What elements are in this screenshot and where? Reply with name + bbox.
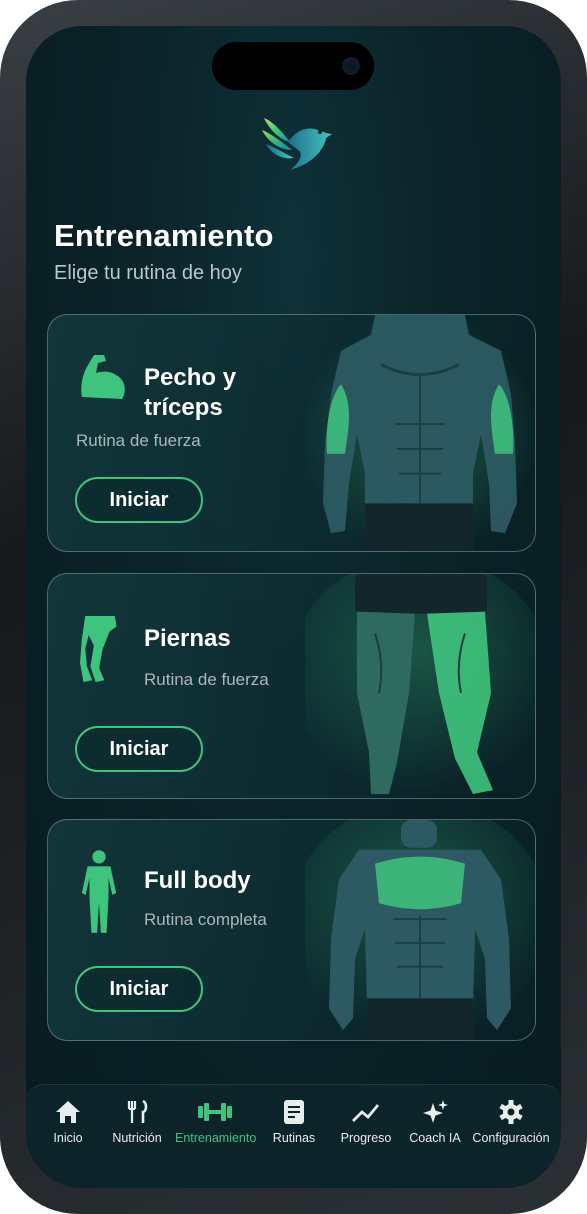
legs-illustration <box>305 574 535 795</box>
flexed-arm-icon <box>81 355 125 399</box>
page-subtitle: Elige tu rutina de hoy <box>54 262 242 284</box>
routine-card-legs[interactable]: Piernas Rutina de fuerza Iniciar <box>47 573 536 799</box>
card-title: Piernas <box>144 625 231 652</box>
dumbbell-icon <box>198 1103 232 1121</box>
nav-label: Entrenamiento <box>175 1131 257 1145</box>
nav-item-rutinas[interactable]: Rutinas <box>254 1099 334 1145</box>
start-button[interactable]: Iniciar <box>75 477 203 523</box>
full-body-illustration <box>305 820 535 1040</box>
phone-frame: Entrenamiento Elige tu rutina de hoy Pec… <box>0 0 587 1214</box>
nav-label: Rutinas <box>272 1131 316 1145</box>
fork-knife-icon <box>127 1099 148 1123</box>
sparkles-icon <box>423 1100 448 1123</box>
full-body-icon <box>81 850 117 933</box>
legs-icon <box>80 615 117 683</box>
nav-item-entrenamiento[interactable]: Entrenamiento <box>175 1099 257 1145</box>
nav-label: Progreso <box>340 1131 392 1145</box>
document-icon <box>284 1100 304 1124</box>
app-screen: Entrenamiento Elige tu rutina de hoy Pec… <box>26 26 561 1188</box>
routine-card-full-body[interactable]: Full body Rutina completa Iniciar <box>47 819 536 1041</box>
bottom-nav: Inicio Nutrición Entrenamiento Rutinas P… <box>26 1084 561 1188</box>
torso-arms-illustration <box>305 315 535 551</box>
bird-logo-icon <box>262 118 332 170</box>
nav-item-configuracion[interactable]: Configuración <box>471 1099 551 1145</box>
gear-icon <box>499 1100 523 1124</box>
nav-item-coach-ia[interactable]: Coach IA <box>395 1099 475 1145</box>
home-icon <box>56 1101 80 1123</box>
nav-label: Coach IA <box>409 1131 461 1145</box>
card-subtitle: Rutina de fuerza <box>144 670 269 689</box>
nav-label: Nutrición <box>112 1131 162 1145</box>
trend-icon <box>352 1104 380 1122</box>
start-button[interactable]: Iniciar <box>75 966 203 1012</box>
card-title: Full body <box>144 867 251 894</box>
nav-label: Configuración <box>472 1131 550 1145</box>
card-subtitle: Rutina completa <box>144 910 267 929</box>
camera-icon <box>342 57 360 75</box>
page-title: Entrenamiento <box>54 218 274 253</box>
routine-card-chest-triceps[interactable]: Pecho y tríceps Rutina de fuerza Iniciar <box>47 314 536 552</box>
nav-item-nutricion[interactable]: Nutrición <box>97 1099 177 1145</box>
dynamic-island <box>212 42 374 90</box>
nav-item-inicio[interactable]: Inicio <box>28 1099 108 1145</box>
card-title: Pecho y <box>144 364 237 391</box>
start-button[interactable]: Iniciar <box>75 726 203 772</box>
nav-item-progreso[interactable]: Progreso <box>326 1099 406 1145</box>
card-subtitle: Rutina de fuerza <box>76 431 201 450</box>
nav-label: Inicio <box>53 1131 83 1145</box>
card-title-line2: tríceps <box>144 394 223 421</box>
